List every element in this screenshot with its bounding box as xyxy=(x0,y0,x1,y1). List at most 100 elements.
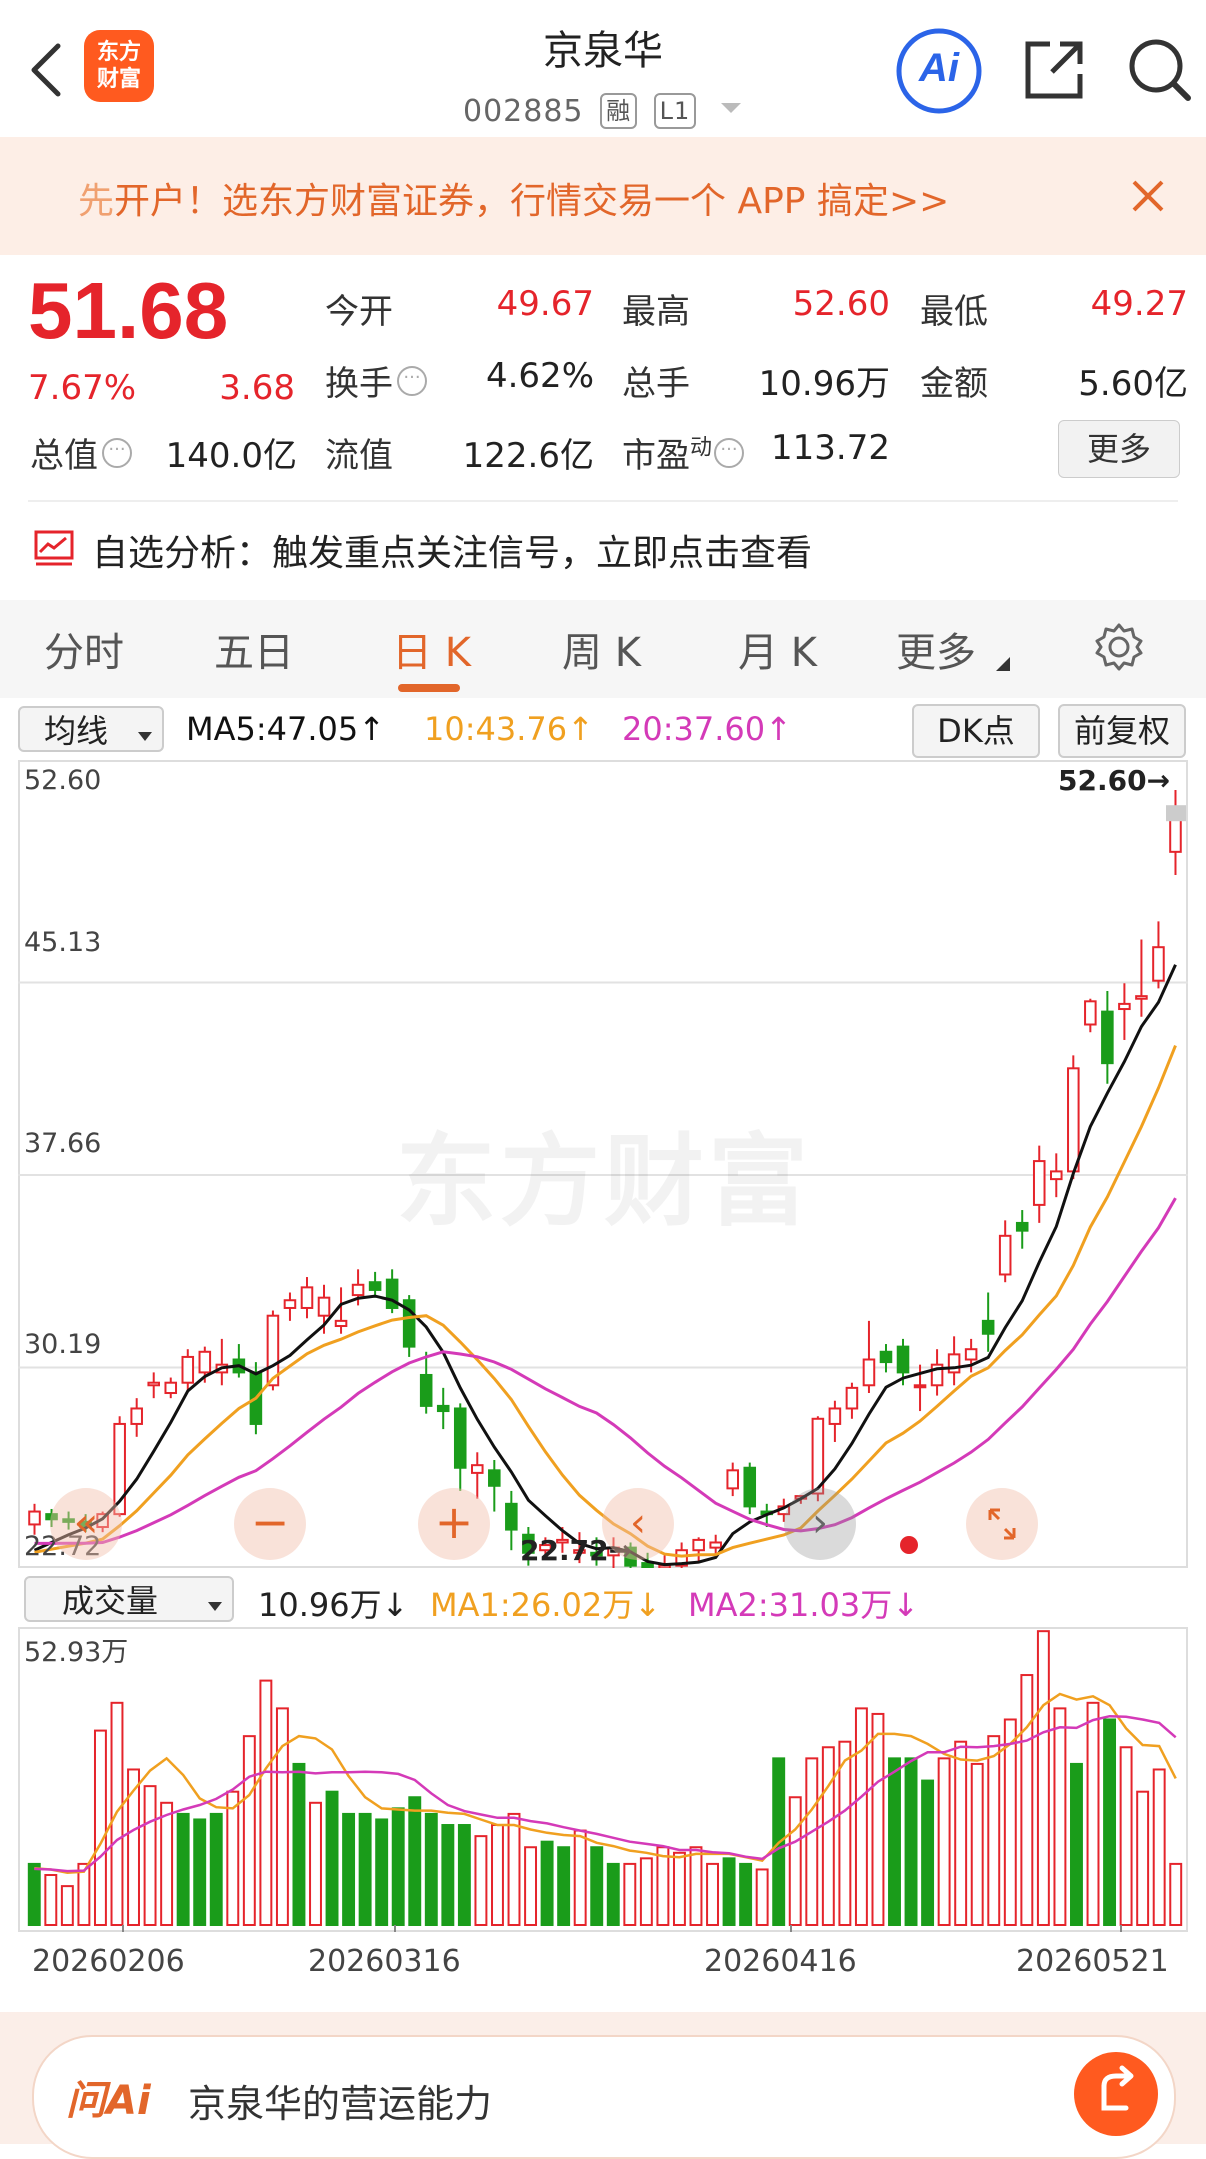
candle xyxy=(283,1299,297,1309)
volume-bar xyxy=(540,1840,554,1926)
tab-intraday[interactable]: 分时 xyxy=(44,620,124,678)
y-tick-label: 37.66 xyxy=(24,1128,102,1159)
candle xyxy=(181,1355,195,1384)
settings-gear-icon[interactable] xyxy=(1094,622,1144,672)
volume-bar xyxy=(672,1851,686,1927)
level-tag: L1 xyxy=(653,93,697,129)
volume-chart[interactable] xyxy=(18,1627,1188,1932)
date-label: 20260316 xyxy=(308,1944,461,1979)
tab-daily-k[interactable]: 日 K xyxy=(392,620,471,678)
candle xyxy=(1135,995,1148,1000)
tab-monthly-k[interactable]: 月 K xyxy=(738,620,817,678)
volume-bar xyxy=(821,1746,835,1926)
volume-bar xyxy=(573,1829,587,1926)
share-icon[interactable] xyxy=(1020,36,1088,104)
total-value: 140.0亿 xyxy=(165,436,297,476)
volume-bar xyxy=(987,1735,1001,1926)
volume-bar xyxy=(408,1796,422,1927)
volume-bar xyxy=(722,1857,736,1926)
candle xyxy=(334,1319,348,1328)
stock-title: 京泉华 xyxy=(543,28,663,74)
change-amount: 3.68 xyxy=(219,368,295,408)
total-value-label: 总值 ··· xyxy=(30,428,132,477)
volume-bar xyxy=(44,1874,58,1926)
date-label: 20260521 xyxy=(1016,1944,1169,1979)
candle xyxy=(913,1384,927,1389)
close-icon[interactable] xyxy=(1128,176,1168,216)
volume-bar xyxy=(127,1768,140,1926)
volume-bar xyxy=(193,1818,207,1926)
current-price: 51.68 xyxy=(28,266,229,355)
down-arrow-icon: ↓ xyxy=(634,1586,662,1624)
info-icon[interactable]: ··· xyxy=(397,366,427,396)
candle xyxy=(1084,1000,1097,1026)
prev-button[interactable]: ‹ xyxy=(602,1488,674,1560)
tab-more[interactable]: 更多 xyxy=(896,620,976,678)
dk-point-button[interactable]: DK点 xyxy=(912,704,1040,758)
candle xyxy=(300,1286,314,1309)
scroll-left-button[interactable]: « xyxy=(50,1488,122,1560)
volume-bar xyxy=(557,1846,571,1927)
zoom-out-button[interactable]: − xyxy=(234,1488,306,1560)
tab-more-arrow-icon xyxy=(996,656,1010,675)
volume-bar xyxy=(27,1862,41,1926)
indicator-select[interactable]: 均线 xyxy=(18,706,164,752)
candle xyxy=(828,1407,842,1425)
dropdown-icon[interactable] xyxy=(720,88,741,123)
candle xyxy=(317,1296,331,1317)
back-icon[interactable] xyxy=(26,42,66,98)
candle xyxy=(453,1407,467,1469)
candle xyxy=(28,1510,41,1526)
volume-bar xyxy=(606,1862,620,1926)
volume-bar xyxy=(358,1812,372,1926)
volume-bar xyxy=(1003,1718,1017,1926)
pe-label: 市盈动 ··· xyxy=(622,428,745,477)
candle xyxy=(1015,1221,1029,1232)
candle xyxy=(164,1381,178,1395)
search-icon[interactable] xyxy=(1126,36,1194,104)
volume-bar xyxy=(904,1757,918,1926)
tab-five-day[interactable]: 五日 xyxy=(214,620,294,678)
ai-button[interactable]: Ai xyxy=(896,28,982,114)
volume-bar xyxy=(838,1740,852,1926)
candle xyxy=(947,1353,961,1374)
high-value: 52.60 xyxy=(792,284,890,324)
volume-ma2: MA2:31.03万↓ xyxy=(688,1586,920,1624)
next-button[interactable]: › xyxy=(784,1488,856,1560)
zoom-in-button[interactable]: + xyxy=(418,1488,490,1560)
candle xyxy=(130,1407,143,1425)
candle xyxy=(147,1381,160,1387)
volume-value-now: 10.96万↓ xyxy=(258,1586,409,1624)
adjust-button[interactable]: 前复权 xyxy=(1058,704,1186,758)
volume-bar xyxy=(656,1846,670,1927)
volume-bar xyxy=(1136,1790,1150,1926)
candle xyxy=(981,1319,995,1335)
info-icon[interactable]: ··· xyxy=(714,438,745,468)
chart-icon xyxy=(34,530,74,566)
more-button[interactable]: 更多 xyxy=(1058,420,1180,478)
up-arrow-icon: ↑ xyxy=(567,710,594,748)
volume-bar xyxy=(1103,1718,1117,1926)
ai-go-button[interactable] xyxy=(1074,2052,1158,2136)
analysis-text[interactable]: 自选分析：触发重点关注信号，立即点击查看 xyxy=(92,524,812,576)
volume-indicator-select[interactable]: 成交量 xyxy=(24,1576,234,1622)
promo-text[interactable]: 先开户！选东方财富证券，行情交易一个 APP 搞定>> xyxy=(78,172,949,224)
volume-bar xyxy=(1169,1862,1183,1926)
tab-weekly-k[interactable]: 周 K xyxy=(562,620,641,678)
candle xyxy=(896,1345,910,1374)
candle xyxy=(505,1502,518,1531)
amount-value: 5.60亿 xyxy=(1078,364,1188,404)
fullscreen-icon[interactable] xyxy=(966,1488,1038,1560)
ai-question-text[interactable]: 京泉华的营运能力 xyxy=(188,2073,492,2128)
candle xyxy=(998,1234,1012,1276)
open-value: 49.67 xyxy=(496,284,594,324)
candle xyxy=(862,1358,876,1387)
volume-bar xyxy=(706,1862,719,1926)
float-value: 122.6亿 xyxy=(462,436,594,476)
candle xyxy=(351,1283,365,1297)
volume-bar xyxy=(60,1885,74,1927)
candle xyxy=(1101,1010,1114,1065)
info-icon[interactable]: ··· xyxy=(102,438,132,468)
down-arrow-icon: ↓ xyxy=(892,1586,920,1624)
volume-bar xyxy=(590,1846,604,1927)
